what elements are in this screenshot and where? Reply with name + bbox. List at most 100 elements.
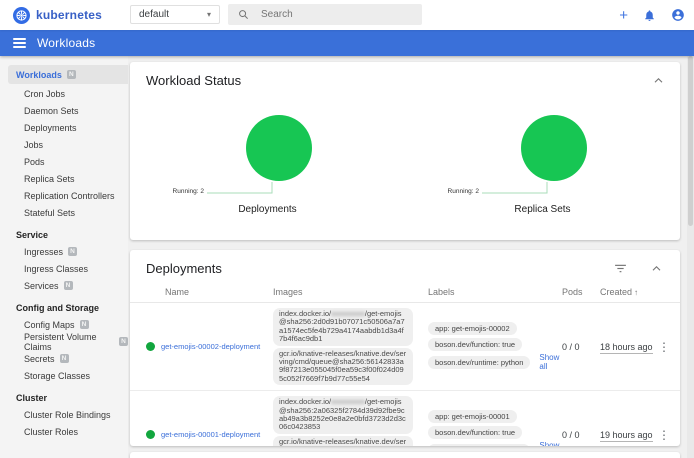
- sidebar-item-pods[interactable]: Pods: [0, 153, 128, 170]
- kubernetes-logo-icon: [13, 7, 30, 24]
- sidebar-item-services[interactable]: Services N: [0, 277, 128, 294]
- sidebar-item-cluster-role-bindings[interactable]: Cluster Role Bindings: [0, 406, 128, 423]
- app-bar: Workloads: [0, 30, 694, 56]
- page-title: Workloads: [37, 36, 95, 50]
- card-title: Workload Status: [146, 73, 241, 88]
- namespaced-badge-icon: N: [67, 70, 76, 79]
- chevron-down-icon: ▾: [207, 10, 211, 19]
- row-menu-kebab-icon[interactable]: ⋮: [658, 428, 670, 442]
- sidebar-item-secrets[interactable]: Secrets N: [0, 350, 128, 367]
- sidebar-item-label: Cluster Role Bindings: [24, 410, 111, 420]
- sidebar-item-cluster-roles[interactable]: Cluster Roles: [0, 423, 128, 440]
- sidebar-item-label: Pods: [24, 157, 45, 167]
- redacted-text: xxxxxxxxx: [331, 397, 365, 406]
- sidebar-item-replication-controllers[interactable]: Replication Controllers: [0, 187, 128, 204]
- deployment-name-link[interactable]: get-emojis-00002-deployment: [161, 342, 260, 351]
- chart-deployments: Running: 2 Deployments: [130, 90, 405, 222]
- image-chip: index.docker.io/xxxxxxxxx/get-emojis@sha…: [273, 396, 413, 434]
- sidebar-item-label: Ingresses: [24, 247, 63, 257]
- deployments-rows: get-emojis-00002-deployment index.docker.…: [130, 303, 680, 446]
- redacted-text: xxxxxxxxx: [331, 309, 365, 318]
- namespaced-badge-icon: N: [119, 337, 128, 346]
- chart-replica-sets: Running: 2 Replica Sets: [405, 90, 680, 222]
- sidebar-section-cluster: Cluster: [0, 389, 128, 406]
- namespace-selector[interactable]: default ▾: [130, 5, 220, 24]
- image-chip: index.docker.io/xxxxxxxxx/get-emojis@sha…: [273, 308, 413, 346]
- sidebar-item-jobs[interactable]: Jobs: [0, 136, 128, 153]
- pie-slice-annotation: Running: 2: [431, 188, 479, 195]
- sidebar-nav: Workloads N Cron Jobs Daemon SetsDeployment…: [0, 56, 128, 458]
- sidebar-section-service: Service: [0, 226, 128, 243]
- sidebar-item-label: Cluster Roles: [24, 427, 78, 437]
- label-chip: boson.dev/function: true: [428, 338, 522, 351]
- row-menu-kebab-icon[interactable]: ⋮: [658, 340, 670, 354]
- sidebar-item-label: Ingress Classes: [24, 264, 88, 274]
- deployment-name-link[interactable]: get-emojis-00001-deployment: [161, 430, 260, 439]
- brand-name: kubernetes: [36, 8, 102, 22]
- column-header-created[interactable]: Created ↑: [600, 287, 658, 297]
- workload-status-card: Workload Status Running: 2 Deployments: [130, 62, 680, 240]
- namespaced-badge-icon: N: [60, 354, 69, 363]
- pods-count: 0 / 0: [562, 342, 600, 352]
- status-running-icon: [146, 342, 155, 351]
- sidebar-item-label: Replication Controllers: [24, 191, 115, 201]
- label-chip: app: get-emojis-00001: [428, 410, 517, 423]
- notifications-bell-icon[interactable]: [643, 9, 656, 22]
- show-all-link[interactable]: Show all: [539, 353, 562, 371]
- namespaced-badge-icon: N: [68, 247, 77, 256]
- card-title: Deployments: [146, 261, 222, 276]
- pie-slice-annotation: Running: 2: [156, 188, 204, 195]
- create-resource-button[interactable]: +: [619, 8, 628, 23]
- sidebar-item-label: Workloads: [16, 70, 62, 80]
- sidebar-item-ingress-classes[interactable]: Ingress Classes: [0, 260, 128, 277]
- sidebar-item-stateful-sets[interactable]: Stateful Sets: [0, 204, 128, 221]
- scrollbar: [687, 56, 694, 458]
- sidebar-item-label: Config Maps: [24, 320, 75, 330]
- top-actions: +: [619, 0, 685, 30]
- status-running-icon: [146, 430, 155, 439]
- sidebar-item-deployments[interactable]: Deployments: [0, 119, 128, 136]
- label-chip: app: get-emojis-00002: [428, 322, 517, 335]
- sidebar-item-storage-classes[interactable]: Storage Classes: [0, 367, 128, 384]
- show-all-link[interactable]: Show all: [539, 441, 562, 446]
- table-row: get-emojis-00001-deployment index.docker.…: [130, 391, 680, 446]
- scrollbar-thumb[interactable]: [688, 56, 693, 226]
- column-header-labels[interactable]: Labels: [428, 287, 562, 297]
- sidebar-item-persistent-volume-claims[interactable]: Persistent Volume Claims N: [0, 333, 128, 350]
- table-row: get-emojis-00002-deployment index.docker.…: [130, 303, 680, 391]
- column-header-images[interactable]: Images: [273, 287, 428, 297]
- sidebar-item-workloads[interactable]: Workloads N: [8, 65, 128, 84]
- sidebar-item-label: Jobs: [24, 140, 43, 150]
- sidebar-item-label: Stateful Sets: [24, 208, 75, 218]
- pods-count: 0 / 0: [562, 430, 600, 440]
- next-card-partial: [130, 452, 680, 458]
- created-ago: 19 hours ago: [600, 430, 653, 442]
- search-bar[interactable]: [228, 4, 422, 25]
- column-header-pods[interactable]: Pods: [562, 287, 600, 297]
- image-chip: gcr.io/knative-releases/knative.dev/serv…: [273, 436, 413, 446]
- column-header-name[interactable]: Name: [146, 287, 273, 297]
- sidebar-item-label: Cron Jobs: [24, 89, 65, 99]
- account-icon[interactable]: [671, 8, 685, 22]
- filter-icon[interactable]: [614, 264, 627, 273]
- sidebar-item-replica-sets[interactable]: Replica Sets: [0, 170, 128, 187]
- sidebar-item-cron-jobs[interactable]: Cron Jobs: [0, 85, 128, 102]
- label-chip: boson.dev/runtime: python: [428, 356, 530, 369]
- chart-title: Deployments: [130, 204, 405, 215]
- sidebar-item-config-maps[interactable]: Config Maps N: [0, 316, 128, 333]
- collapse-card-button[interactable]: [653, 77, 664, 84]
- top-header: kubernetes default ▾ +: [0, 0, 694, 30]
- sidebar-item-label: Persistent Volume Claims: [24, 332, 114, 352]
- sidebar-item-ingresses[interactable]: Ingresses N: [0, 243, 128, 260]
- namespace-selected-value: default: [139, 9, 169, 20]
- sidebar-item-daemon-sets[interactable]: Daemon Sets: [0, 102, 128, 119]
- collapse-card-button[interactable]: [651, 265, 662, 272]
- menu-hamburger-icon[interactable]: [13, 38, 26, 48]
- sidebar-item-label: Services: [24, 281, 59, 291]
- sidebar-item-label: Secrets: [24, 354, 55, 364]
- search-input[interactable]: [261, 9, 412, 20]
- namespaced-badge-icon: N: [64, 281, 73, 290]
- brand-home-link[interactable]: kubernetes: [13, 0, 102, 30]
- search-icon: [238, 9, 249, 20]
- namespaced-badge-icon: N: [80, 320, 89, 329]
